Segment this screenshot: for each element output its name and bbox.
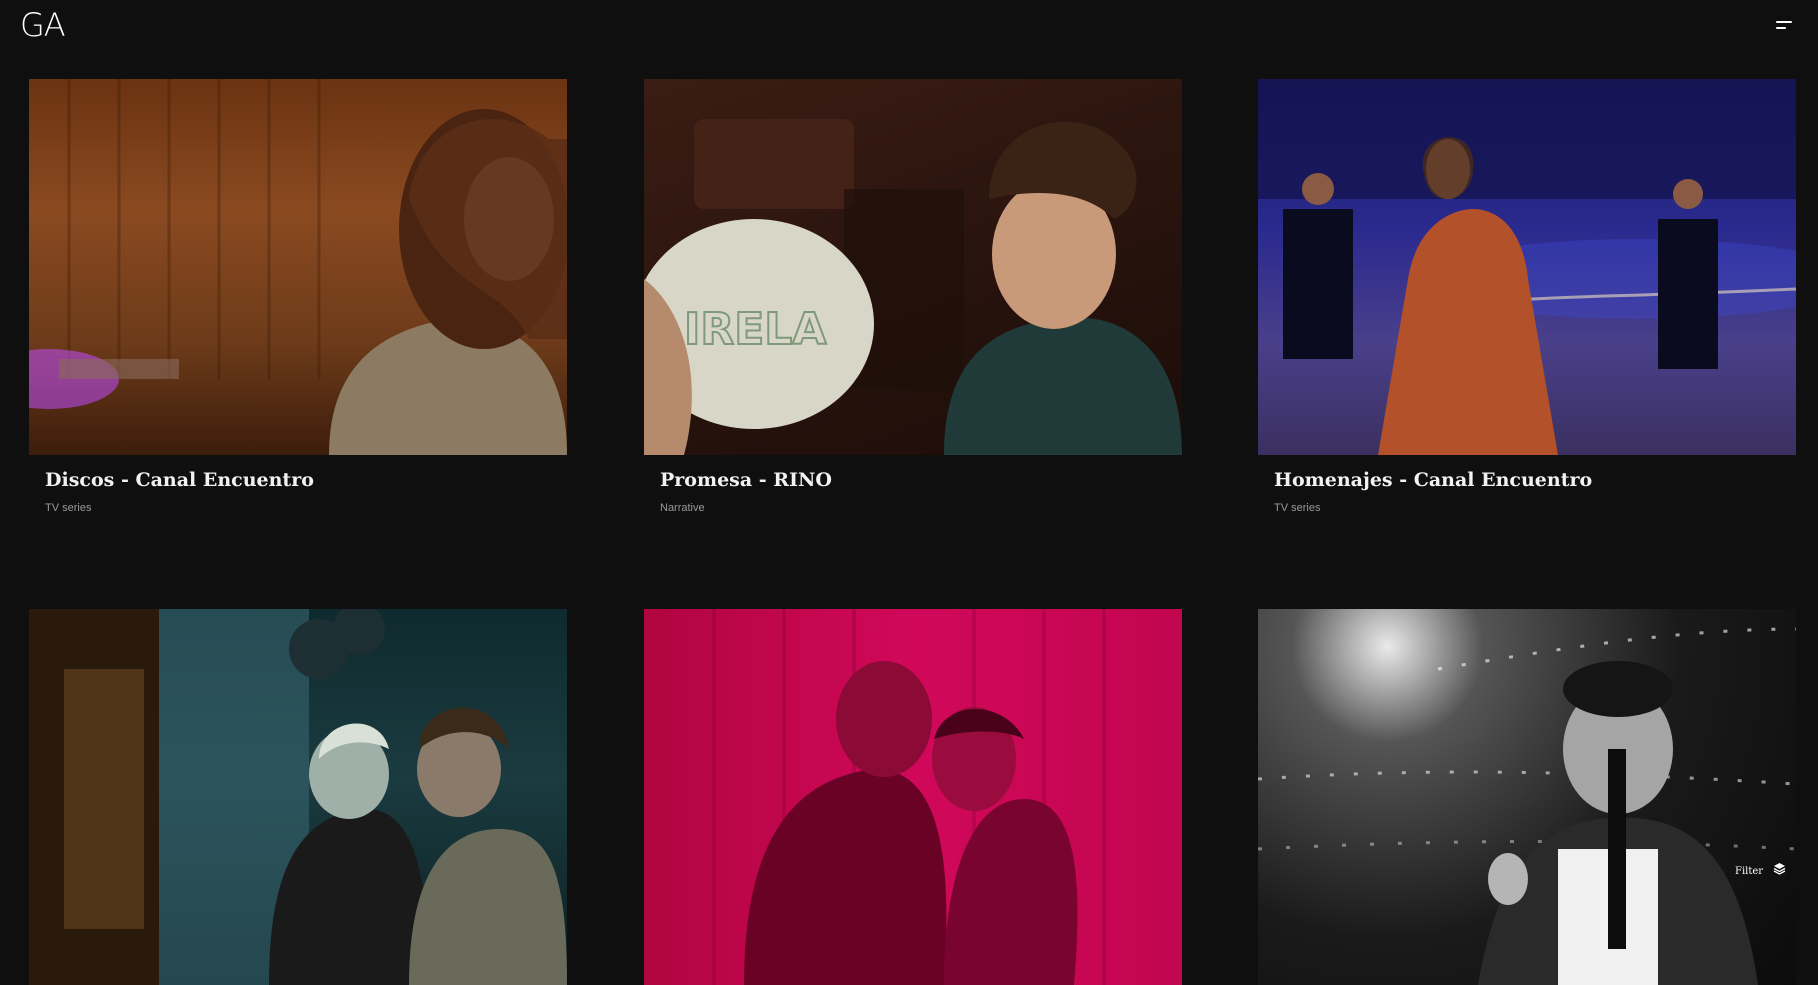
- project-thumbnail[interactable]: [644, 609, 1182, 985]
- top-bar: GA: [0, 0, 1818, 60]
- project-title[interactable]: Promesa - RINO: [660, 469, 832, 491]
- project-card-discos[interactable]: Discos - Canal Encuentro TV series: [29, 79, 567, 529]
- site-logo[interactable]: GA: [20, 6, 66, 44]
- filter-label: Filter: [1735, 865, 1764, 877]
- thumbnail-scene: [712, 609, 1106, 985]
- thumbnail-scene: [1258, 627, 1796, 985]
- project-card[interactable]: [644, 609, 1182, 985]
- project-thumbnail[interactable]: IRELA: [644, 79, 1182, 455]
- thumbnail-scene: IRELA: [644, 119, 1182, 455]
- project-thumbnail[interactable]: [1258, 609, 1796, 985]
- project-thumbnail[interactable]: [29, 79, 567, 455]
- project-card-promesa[interactable]: IRELA Promesa - RINO Narrative: [644, 79, 1182, 529]
- project-card[interactable]: [29, 609, 567, 985]
- project-category: Narrative: [660, 502, 705, 514]
- thumbnail-scene: [29, 609, 567, 985]
- project-card-homenajes[interactable]: Homenajes - Canal Encuentro TV series: [1258, 79, 1796, 529]
- thumbnail-scene: [29, 79, 567, 455]
- project-category: TV series: [1274, 502, 1321, 514]
- project-card[interactable]: [1258, 609, 1796, 985]
- layers-icon: [1773, 862, 1786, 880]
- menu-line: [1776, 21, 1792, 23]
- project-thumbnail[interactable]: [29, 609, 567, 985]
- menu-line: [1776, 27, 1786, 29]
- filter-button[interactable]: Filter: [1735, 862, 1786, 880]
- thumbnail-scene: [1258, 79, 1796, 455]
- menu-icon[interactable]: [1774, 18, 1794, 32]
- project-category: TV series: [45, 502, 92, 514]
- project-title[interactable]: Discos - Canal Encuentro: [45, 469, 314, 491]
- svg-text:IRELA: IRELA: [684, 304, 826, 355]
- project-thumbnail[interactable]: [1258, 79, 1796, 455]
- project-title[interactable]: Homenajes - Canal Encuentro: [1274, 469, 1592, 491]
